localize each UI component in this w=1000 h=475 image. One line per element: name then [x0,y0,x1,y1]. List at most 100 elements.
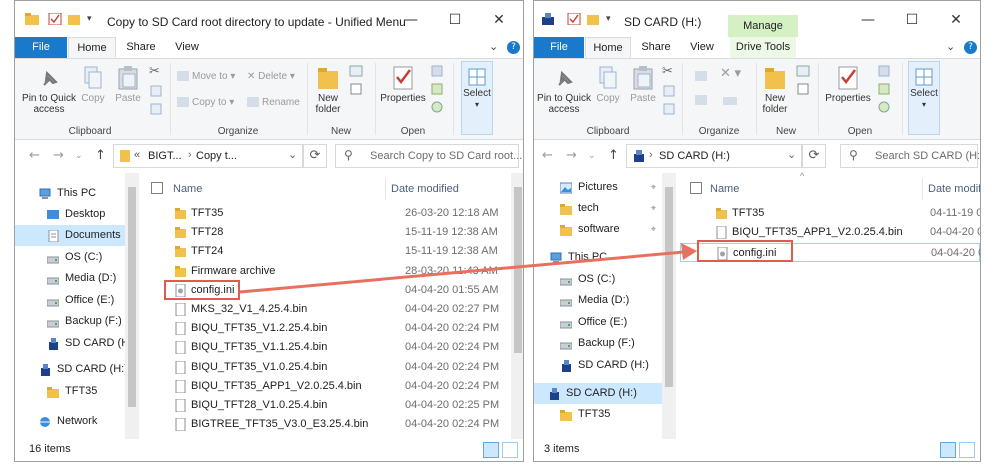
recent-locations-button[interactable]: ⌄ [75,151,83,161]
file-row[interactable]: MKS_32_V1_4.25.4.bin 04-04-20 02:27 PM [141,300,511,319]
tab-view[interactable]: View [165,37,209,58]
cut-icon[interactable]: ✂ [149,64,160,77]
copy-path-icon[interactable] [150,85,162,100]
properties-button[interactable]: Properties [377,65,429,104]
chevron-down-icon[interactable]: ⌄ [787,148,796,161]
help-icon[interactable]: ? [507,41,520,54]
back-button[interactable]: ← [542,148,553,163]
chevron-down-icon[interactable]: ▾ [606,13,620,25]
nav-item[interactable]: SD CARD (H:) [534,355,662,376]
nav-item[interactable]: Backup (F:) [534,333,662,354]
forward-button[interactable]: → [53,148,64,163]
nav-item[interactable]: software ⌖ [534,219,662,240]
file-row[interactable]: BIQU_TFT35_V1.2.25.4.bin 04-04-20 02:24 P… [141,319,511,338]
column-name[interactable]: Name [173,178,202,200]
tab-share[interactable]: Share [119,37,163,58]
file-row[interactable]: BIGTREE_TFT35_V3.0_E3.25.4.bin 04-04-20 0… [141,415,511,434]
chevron-down-icon[interactable]: ▾ [87,13,101,25]
file-row[interactable]: TFT35 26-03-20 12:18 AM [141,204,511,223]
up-button[interactable]: ↑ [95,148,106,163]
details-view-button[interactable] [483,442,499,458]
tab-drive-tools[interactable]: Drive Tools [730,37,796,58]
new-folder-icon[interactable] [68,13,82,25]
copy-to-button[interactable]: Copy to ▾ [177,97,234,108]
tab-manage[interactable]: Manage [728,15,798,37]
column-date-modified[interactable]: Date modifi [928,178,980,200]
nav-item[interactable]: TFT35 [534,404,662,425]
nav-scrollbar[interactable] [662,173,676,439]
new-folder-button[interactable]: New folder [758,65,792,115]
breadcrumb-segment[interactable]: SD CARD (H:) [659,150,730,162]
address-overflow[interactable]: « [134,149,140,161]
breadcrumb-segment[interactable]: Copy t... [196,150,237,162]
forward-button[interactable]: → [566,148,577,163]
file-row[interactable]: Firmware archive 28-03-20 11:43 AM [141,262,511,281]
select-all-checkbox[interactable] [690,182,702,194]
delete-icon[interactable]: ✕ ▾ [720,66,741,79]
properties-check-icon[interactable] [48,12,62,26]
column-name[interactable]: Name [710,178,739,200]
chevron-right-icon[interactable]: › [188,149,192,161]
nav-item[interactable]: Desktop [15,204,125,225]
minimize-button[interactable]: — [389,7,433,33]
history-icon[interactable] [431,101,443,116]
back-button[interactable]: ← [29,148,40,163]
scrollbar-thumb[interactable] [665,187,673,387]
nav-item[interactable]: OS (C:) [534,269,662,290]
file-row[interactable]: BIQU_TFT35_V1.1.25.4.bin 04-04-20 02:24 P… [141,338,511,357]
nav-item[interactable]: SD CARD (H:) [15,333,136,354]
file-row[interactable]: TFT28 15-11-19 12:38 AM [141,223,511,242]
help-icon[interactable]: ? [964,41,977,54]
paste-shortcut-icon[interactable] [150,103,162,118]
history-icon[interactable] [878,101,890,116]
move-to-icon[interactable] [694,69,710,86]
nav-item[interactable]: Network [15,411,125,432]
new-folder-button[interactable]: New folder [311,65,345,115]
new-item-icon[interactable] [349,65,363,80]
easy-access-icon[interactable] [349,83,363,98]
large-icons-view-button[interactable] [959,442,975,458]
tab-view[interactable]: View [682,37,722,58]
properties-button[interactable]: Properties [822,65,874,104]
nav-item[interactable]: Office (E:) [15,290,125,311]
search-input[interactable]: ⚲ Search Copy to SD Card root... [335,144,522,168]
open-icon[interactable] [878,65,890,80]
tab-home[interactable]: Home [585,37,631,58]
pin-to-quick-access-button[interactable]: Pin to Quick access [21,69,77,115]
maximize-button[interactable]: ☐ [890,7,934,33]
chevron-down-icon[interactable]: ⌄ [489,40,498,53]
pin-to-quick-access-button[interactable]: Pin to Quick access [536,69,592,115]
nav-scrollbar[interactable] [125,173,139,439]
move-to-button[interactable]: Move to ▾ [177,71,235,82]
open-icon[interactable] [431,65,443,80]
close-button[interactable]: ✕ [934,7,978,33]
file-row[interactable]: BIQU_TFT35_V1.0.25.4.bin 04-04-20 02:24 P… [141,358,511,377]
easy-access-icon[interactable] [796,83,810,98]
maximize-button[interactable]: ☐ [433,7,477,33]
recent-locations-button[interactable]: ⌄ [588,151,596,161]
copy-to-icon[interactable] [694,93,710,110]
up-button[interactable]: ↑ [608,148,619,163]
paste-button[interactable]: Paste [628,65,658,104]
nav-item[interactable]: Pictures ⌖ [534,177,662,198]
refresh-button[interactable]: ⟳ [802,144,826,168]
column-date-modified[interactable]: Date modified [391,178,459,200]
nav-item[interactable]: TFT35 [15,381,125,402]
scrollbar-thumb[interactable] [128,187,136,407]
edit-icon[interactable] [878,83,890,98]
chevron-down-icon[interactable]: ⌄ [288,148,297,161]
nav-item[interactable]: Documents [15,225,125,246]
delete-button[interactable]: ✕ Delete ▾ [247,71,295,82]
file-row[interactable]: TFT35 04-11-19 08 [680,204,980,223]
copy-path-icon[interactable] [663,85,675,100]
file-row[interactable]: TFT24 15-11-19 12:38 AM [141,242,511,261]
nav-item[interactable]: Office (E:) [534,312,662,333]
nav-item[interactable]: SD CARD (H:) [534,383,662,404]
file-list-scrollbar[interactable] [511,173,523,439]
chevron-down-icon[interactable]: ⌄ [946,40,955,53]
paste-shortcut-icon[interactable] [663,103,675,118]
select-button[interactable]: Select ▾ [461,61,493,135]
select-all-checkbox[interactable] [151,182,163,194]
new-item-icon[interactable] [796,65,810,80]
paste-button[interactable]: Paste [113,65,143,104]
